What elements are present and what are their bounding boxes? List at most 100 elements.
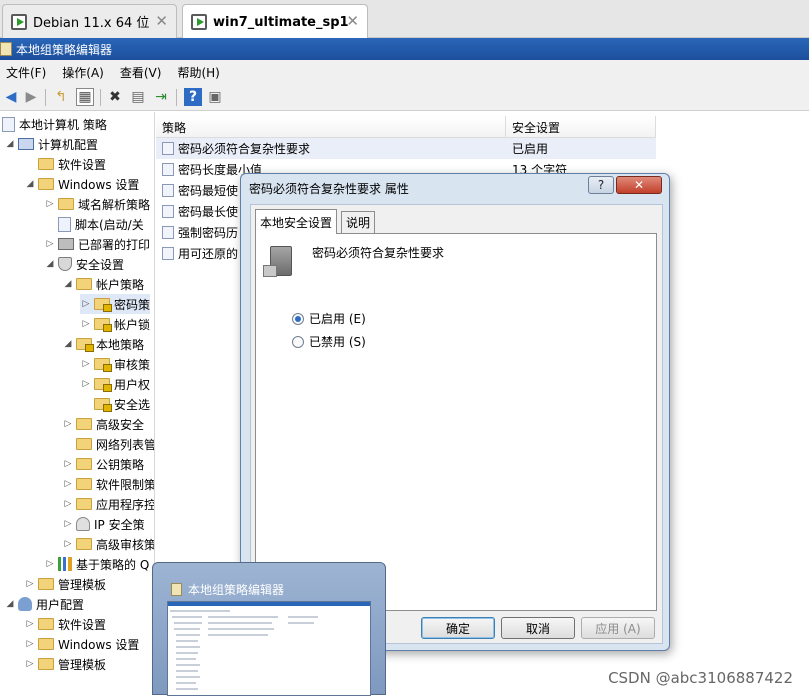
tree-node-public-key[interactable]: ▷ 公钥策略: [62, 454, 144, 474]
tab-explain[interactable]: 说明: [341, 211, 375, 233]
tree-node-account-lockout[interactable]: ▷ 帐户锁: [80, 314, 150, 334]
menu-file[interactable]: 文件(F): [6, 64, 46, 81]
tree-node-software-restriction[interactable]: ▷ 软件限制策: [62, 474, 155, 494]
expanded-arrow-icon[interactable]: ◢: [62, 279, 74, 289]
tree-node-ip-security[interactable]: ▷ IP 安全策: [62, 514, 145, 534]
collapsed-arrow-icon[interactable]: ▷: [44, 559, 56, 569]
folder-icon: [76, 418, 92, 430]
collapsed-arrow-icon[interactable]: ▷: [24, 639, 36, 649]
close-icon[interactable]: ✕: [155, 12, 168, 30]
mini-line: [288, 622, 314, 624]
tree-node-computer-config[interactable]: ◢ 计算机配置: [4, 134, 98, 154]
expanded-arrow-icon[interactable]: ◢: [62, 339, 74, 349]
tree-node-label: 用户配置: [36, 596, 84, 613]
expanded-arrow-icon[interactable]: ◢: [4, 599, 16, 609]
tree-node-dns-policy[interactable]: ▷ 域名解析策略: [44, 194, 150, 214]
tree-node-user-software-settings[interactable]: ▷ 软件设置: [24, 614, 106, 634]
thumbnail-title: 本地组策略编辑器: [188, 581, 284, 598]
tree-node-deployed-printers[interactable]: ▷ 已部署的打印: [44, 234, 150, 254]
ok-button[interactable]: 确定: [421, 617, 495, 639]
tree-node-software-settings[interactable]: 软件设置: [24, 154, 106, 174]
list-row[interactable]: 密码必须符合复杂性要求 已启用: [156, 138, 656, 159]
mini-line: [288, 616, 318, 618]
close-icon[interactable]: ✕: [346, 12, 359, 30]
show-hide-tree-icon[interactable]: ▦: [76, 88, 94, 106]
radio-disabled[interactable]: 已禁用 (S): [292, 333, 366, 350]
collapsed-arrow-icon[interactable]: ▷: [62, 419, 74, 429]
tree-node-network-list[interactable]: 网络列表管: [62, 434, 155, 454]
collapsed-arrow-icon[interactable]: ▷: [62, 459, 74, 469]
tree-node-advanced-security[interactable]: ▷ 高级安全: [62, 414, 144, 434]
radio-enabled[interactable]: 已启用 (E): [292, 310, 366, 327]
tree-node-label: 管理模板: [58, 656, 106, 673]
mini-line: [176, 646, 200, 648]
tree-node-user-config[interactable]: ◢ 用户配置: [4, 594, 84, 614]
dialog-help-button[interactable]: ?: [588, 176, 614, 194]
collapsed-arrow-icon[interactable]: ▷: [24, 659, 36, 669]
help-icon[interactable]: ?: [184, 88, 202, 106]
tree-node-audit-policy[interactable]: ▷ 审核策: [80, 354, 150, 374]
collapsed-arrow-icon[interactable]: ▷: [62, 499, 74, 509]
expanded-arrow-icon[interactable]: ◢: [4, 139, 16, 149]
console-icon[interactable]: ▣: [206, 88, 224, 106]
vm-tab-win7[interactable]: win7_ultimate_sp1 ✕: [182, 4, 368, 39]
taskbar-thumbnail[interactable]: 本地组策略编辑器: [152, 562, 386, 695]
collapsed-arrow-icon[interactable]: ▷: [44, 239, 56, 249]
collapsed-arrow-icon[interactable]: ▷: [62, 479, 74, 489]
server-icon: [270, 246, 292, 276]
user-icon: [18, 597, 32, 611]
properties-icon[interactable]: ▤: [129, 88, 147, 106]
tree-node-security-options[interactable]: 安全选: [80, 394, 150, 414]
radio-button-checked[interactable]: [292, 313, 304, 325]
collapsed-arrow-icon[interactable]: ▷: [24, 579, 36, 589]
collapsed-arrow-icon[interactable]: ▷: [62, 539, 74, 549]
export-list-icon[interactable]: ⇥: [152, 88, 170, 106]
cancel-button[interactable]: 取消: [501, 617, 575, 639]
tree-node-label: Windows 设置: [58, 176, 139, 193]
tree-node-account-policies[interactable]: ◢ 帐户策略: [62, 274, 144, 294]
tree-node-user-admin-templates[interactable]: ▷ 管理模板: [24, 654, 106, 674]
collapsed-arrow-icon[interactable]: ▷: [80, 359, 92, 369]
up-folder-icon[interactable]: ↰: [52, 88, 70, 106]
tree-node-local-policies[interactable]: ◢ 本地策略: [62, 334, 144, 354]
collapsed-arrow-icon[interactable]: ▷: [44, 199, 56, 209]
vm-tab-debian[interactable]: Debian 11.x 64 位 ✕: [2, 4, 177, 38]
tree-node-windows-settings[interactable]: ◢ Windows 设置: [24, 174, 139, 194]
mini-titlebar: [168, 602, 371, 606]
collapsed-arrow-icon[interactable]: ▷: [80, 299, 92, 309]
security-icon: [58, 257, 72, 271]
apply-button[interactable]: 应用 (A): [581, 617, 655, 639]
tree-node-security-settings[interactable]: ◢ 安全设置: [44, 254, 124, 274]
menu-view[interactable]: 查看(V): [120, 64, 162, 81]
vm-tab-strip: Debian 11.x 64 位 ✕ win7_ultimate_sp1 ✕: [0, 0, 809, 38]
collapsed-arrow-icon[interactable]: ▷: [80, 379, 92, 389]
menu-action[interactable]: 操作(A): [62, 64, 104, 81]
back-arrow-icon[interactable]: ◀: [2, 88, 20, 106]
tree-node-password-policy[interactable]: ▷ 密码策: [80, 294, 150, 314]
expanded-arrow-icon[interactable]: ◢: [44, 259, 56, 269]
tree-node-admin-templates[interactable]: ▷ 管理模板: [24, 574, 106, 594]
tree-node-label: 已部署的打印: [78, 236, 150, 253]
tree-node-user-rights[interactable]: ▷ 用户权: [80, 374, 150, 394]
dialog-close-button[interactable]: ✕: [616, 176, 662, 194]
tree-node-advanced-audit[interactable]: ▷ 高级审核策: [62, 534, 155, 554]
radio-button-unchecked[interactable]: [292, 336, 304, 348]
column-header-security-setting[interactable]: 安全设置: [506, 116, 656, 138]
mini-line: [176, 688, 198, 690]
tree-node-policy-based-qos[interactable]: ▷ 基于策略的 Q: [44, 554, 149, 574]
tab-local-security-setting[interactable]: 本地安全设置: [255, 209, 337, 234]
lock-folder-icon: [94, 318, 110, 330]
collapsed-arrow-icon[interactable]: ▷: [62, 519, 74, 529]
delete-icon[interactable]: ✖: [106, 88, 124, 106]
tree-node-user-windows-settings[interactable]: ▷ Windows 设置: [24, 634, 139, 654]
collapsed-arrow-icon[interactable]: ▷: [80, 319, 92, 329]
menu-help[interactable]: 帮助(H): [177, 64, 219, 81]
column-header-policy[interactable]: 策略: [156, 116, 506, 138]
tree-node-local-computer-policy[interactable]: 本地计算机 策略: [0, 114, 107, 134]
collapsed-arrow-icon[interactable]: ▷: [24, 619, 36, 629]
expanded-arrow-icon[interactable]: ◢: [24, 179, 36, 189]
folder-icon: [38, 658, 54, 670]
tree-node-app-control[interactable]: ▷ 应用程序控: [62, 494, 155, 514]
tree-node-scripts[interactable]: 脚本(启动/关: [44, 214, 144, 234]
forward-arrow-icon[interactable]: ▶: [22, 88, 40, 106]
